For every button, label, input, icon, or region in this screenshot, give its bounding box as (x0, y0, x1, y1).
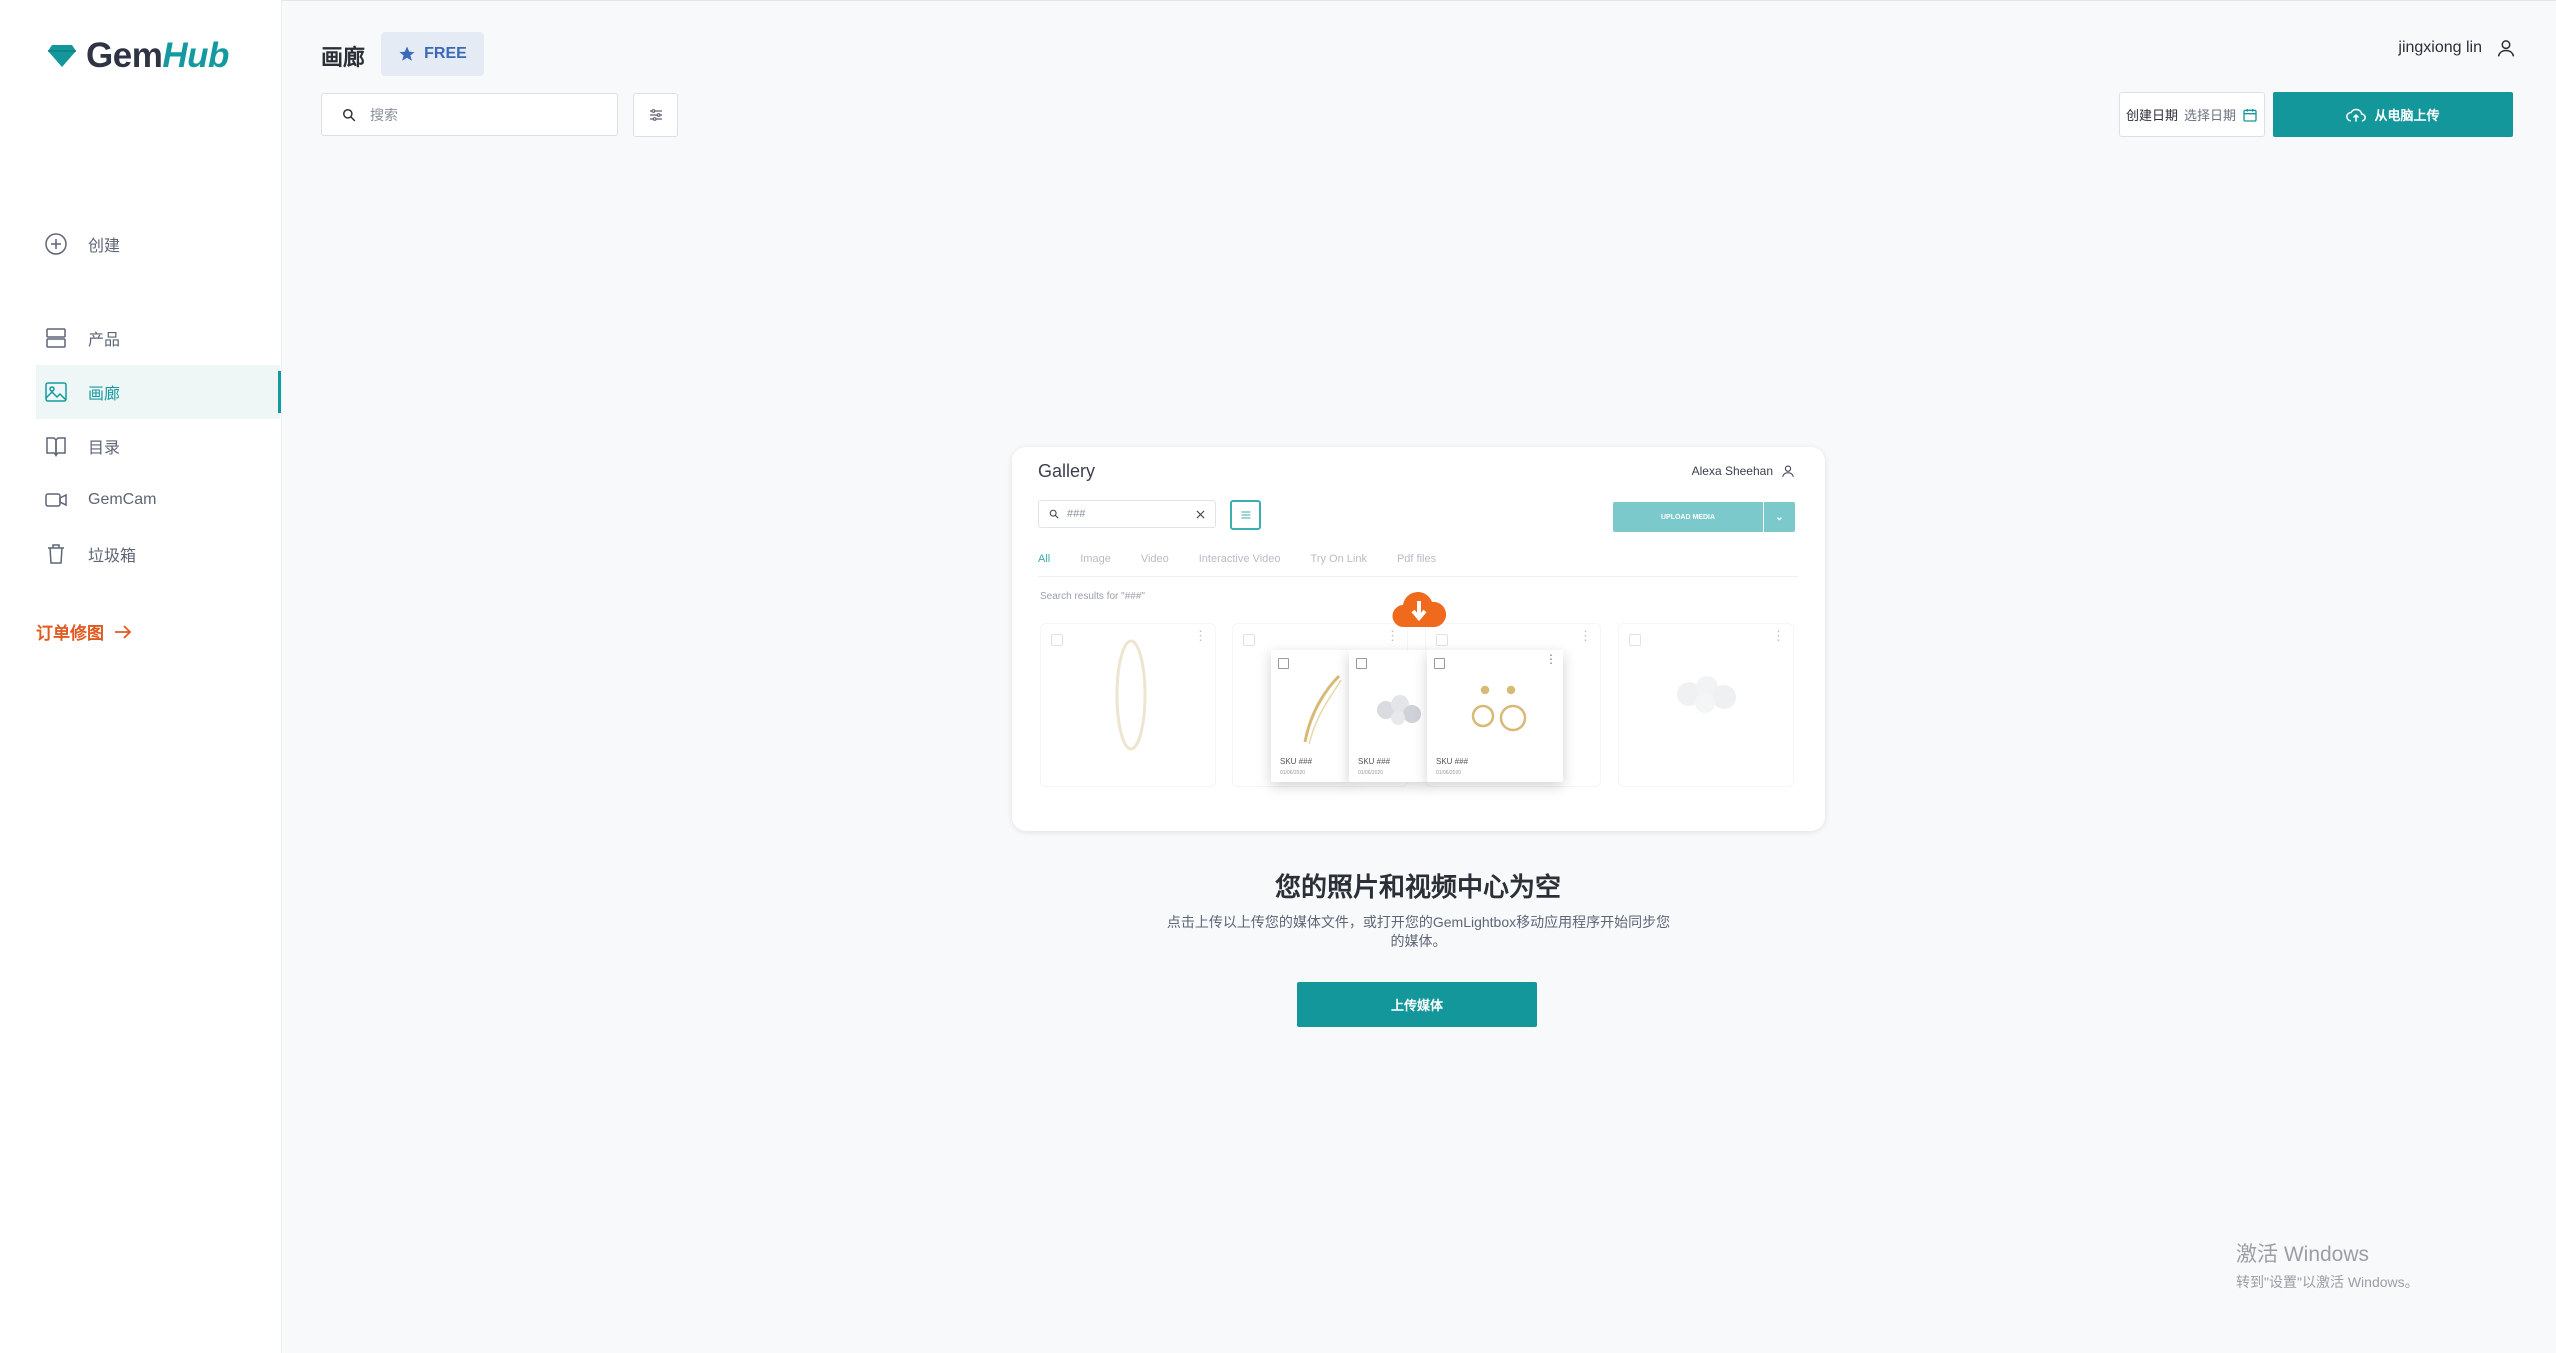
illustration-tab: Interactive Video (1198, 553, 1281, 565)
upload-media-label: 上传媒体 (1390, 998, 1443, 1013)
cloud-upload-icon (2346, 108, 2367, 122)
illustration-card-date: 01/06/2020 (1280, 770, 1306, 776)
illustration-search: ### (1038, 500, 1216, 528)
sidebar-item-label: 目录 (88, 440, 121, 457)
arrow-right-icon (115, 624, 132, 639)
cloud-download-icon (1392, 592, 1446, 628)
illustration-card-sku: SKU ### (1436, 757, 1469, 766)
logo-text-hub: Hub (162, 36, 229, 75)
illustration-card-sku: SKU ### (1358, 757, 1391, 766)
filter-button[interactable] (633, 93, 678, 137)
upload-from-computer-button[interactable]: 从电脑上传 (2273, 92, 2513, 137)
illustration-title: Gallery (1038, 461, 1096, 481)
layers-icon (46, 328, 66, 348)
illustration-card-date: 01/06/2020 (1436, 770, 1462, 776)
window-top-border (0, 0, 2556, 1)
user-name: jingxiong lin (2398, 39, 2482, 56)
illustration-tab: Try On Link (1310, 553, 1367, 565)
calendar-icon (2243, 108, 2257, 122)
trash-icon (48, 544, 64, 564)
illustration-tab-divider (1038, 576, 1798, 577)
watermark-line-1: 激活 Windows (2236, 1243, 2370, 1266)
order-retouch-label: 订单修图 (36, 624, 104, 643)
sidebar-item-label: 垃圾箱 (88, 548, 137, 565)
gem-logo-icon (48, 45, 76, 67)
illustration-floating-card: SKU ### 01/06/2020 (1349, 650, 1429, 782)
empty-state-illustration: Gallery Alexa Sheehan ### UPLOAD MEDIA ⌄… (1012, 447, 1825, 831)
video-icon (45, 493, 67, 507)
illustration-floating-card: ⋮ SKU ### 01/06/2020 (1427, 650, 1563, 782)
sliders-icon (649, 109, 662, 121)
date-filter-placeholder: 选择日期 (2184, 108, 2237, 123)
book-icon (46, 437, 66, 457)
sidebar: GemHub 创建 产品 画廊 目录 GemCam 垃圾箱 订单修图 (0, 0, 282, 1353)
illustration-upload-label: UPLOAD MEDIA (1660, 513, 1716, 521)
gemhub-logo[interactable]: GemHub (48, 34, 229, 78)
search-icon (343, 108, 356, 121)
illustration-tab: Video (1140, 553, 1169, 565)
illustration-tab: Pdf files (1396, 553, 1437, 565)
logo-text-gem: Gem (86, 36, 163, 75)
page-title: 画廊 (321, 45, 366, 70)
illustration-card: ⋮ (1618, 623, 1794, 787)
illustration-upload-button: UPLOAD MEDIA ⌄ (1613, 502, 1795, 532)
image-icon (45, 382, 67, 402)
sidebar-item-label: 产品 (88, 332, 121, 349)
illustration-results-text: Search results for "###" (1040, 591, 1145, 602)
order-retouch-link[interactable]: 订单修图 (36, 619, 132, 644)
sliders-icon (1241, 511, 1250, 519)
illustration-filter (1230, 500, 1261, 530)
illustration-user-name: Alexa Sheehan (1691, 464, 1773, 478)
illustration-card-date: 01/06/2020 (1358, 770, 1384, 776)
watermark-line-2: 转到"设置"以激活 Windows。 (2236, 1274, 2419, 1290)
sidebar-item-label: 画廊 (88, 386, 121, 403)
search-box[interactable] (321, 93, 618, 136)
illustration-user: Alexa Sheehan (1692, 464, 1795, 478)
upload-media-button[interactable]: 上传媒体 (1297, 982, 1537, 1027)
empty-state-title: 您的照片和视频中心为空 (1274, 872, 1561, 902)
windows-activation-watermark: 激活 Windows 转到"设置"以激活 Windows。 (2236, 1238, 2419, 1292)
sidebar-item-catalog[interactable]: 目录 (36, 419, 280, 473)
user-icon (2497, 40, 2515, 57)
chevron-down-icon: ⌄ (1775, 511, 1784, 523)
illustration-tab: All (1038, 553, 1051, 565)
star-icon (399, 46, 415, 61)
plus-circle-icon (45, 233, 67, 255)
upload-from-computer-label: 从电脑上传 (2374, 108, 2440, 123)
illustration-tabs: All Image Video Interactive Video Try On… (1038, 553, 1436, 565)
illustration-card: ⋮ (1040, 623, 1216, 787)
user-menu[interactable]: jingxiong lin (2398, 38, 2516, 58)
user-icon (1782, 465, 1794, 477)
illustration-card-sku: SKU ### (1280, 757, 1313, 766)
sidebar-item-products[interactable]: 产品 (36, 311, 280, 365)
search-icon (1049, 509, 1059, 519)
sidebar-item-gallery[interactable]: 画廊 (36, 365, 281, 419)
close-icon (1196, 510, 1205, 518)
empty-state-description: 点击上传以上传您的媒体文件，或打开您的GemLightbox移动应用程序开始同步… (1166, 914, 1671, 949)
illustration-floating-card: SKU ### 01/06/2020 (1271, 650, 1351, 782)
sidebar-item-label: GemCam (88, 491, 157, 508)
date-filter-button[interactable]: 创建日期 选择日期 (2119, 92, 2265, 137)
sidebar-item-label: 创建 (88, 238, 121, 255)
plan-badge-label: FREE (424, 45, 467, 62)
date-filter-label: 创建日期 (2125, 108, 2178, 123)
illustration-search-value: ### (1067, 508, 1086, 520)
sidebar-item-create[interactable]: 创建 (36, 217, 280, 271)
plan-badge[interactable]: FREE (381, 32, 484, 76)
sidebar-item-gemcam[interactable]: GemCam (36, 473, 280, 527)
illustration-tab: Image (1080, 553, 1111, 565)
search-input[interactable] (368, 105, 612, 124)
sidebar-item-trash[interactable]: 垃圾箱 (36, 527, 280, 581)
